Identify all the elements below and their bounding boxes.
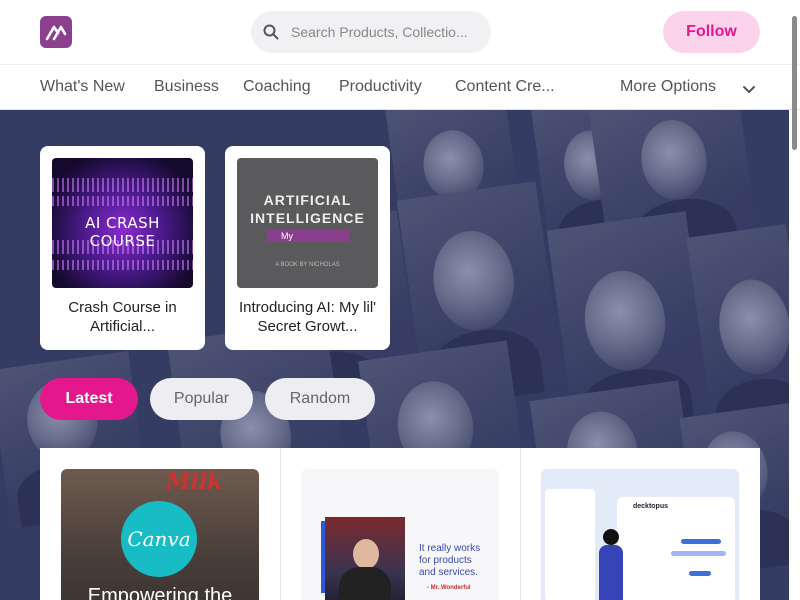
product-card[interactable]: decktopus bbox=[541, 469, 739, 600]
product-image bbox=[325, 517, 405, 600]
nav-item-coaching[interactable]: Coaching bbox=[243, 78, 311, 96]
thumbnail-byline: - Mr. Wonderful bbox=[427, 585, 471, 591]
decktopus-logo: decktopus bbox=[633, 503, 669, 510]
follow-button[interactable]: Follow bbox=[663, 11, 760, 53]
brand-logo[interactable] bbox=[40, 16, 72, 48]
thumbnail-text: Milk bbox=[166, 469, 223, 495]
canva-logo: Canva bbox=[121, 501, 197, 577]
nav-item-productivity[interactable]: Productivity bbox=[339, 78, 422, 96]
card-title: Crash Course in Artificial... bbox=[68, 299, 177, 335]
filter-random-button[interactable]: Random bbox=[265, 378, 375, 420]
category-nav: What's New Business Coaching Productivit… bbox=[0, 64, 800, 110]
nav-item-business[interactable]: Business bbox=[154, 78, 219, 96]
search-icon bbox=[263, 23, 281, 41]
search-box[interactable] bbox=[251, 11, 491, 53]
more-options-button[interactable]: More Options bbox=[620, 78, 716, 96]
nav-item-whats-new[interactable]: What's New bbox=[40, 78, 125, 96]
thumbnail-subtitle-bar: My bbox=[267, 230, 349, 242]
featured-card[interactable]: AI CRASH COURSE Crash Course in Artifici… bbox=[40, 146, 205, 350]
hero-section: AI CRASH COURSE Crash Course in Artifici… bbox=[0, 110, 789, 600]
filter-popular-button[interactable]: Popular bbox=[150, 378, 253, 420]
product-card[interactable]: Milk Canva Empowering the bbox=[61, 469, 259, 600]
thumbnail-text: It really works for products and service… bbox=[419, 543, 481, 578]
card-title: Introducing AI: My lil' Secret Growt... bbox=[238, 299, 377, 335]
thumbnail-byline: A BOOK BY NICHOLAS bbox=[275, 262, 340, 268]
card-thumbnail: ARTIFICIAL INTELLIGENCE My A BOOK BY NIC… bbox=[237, 158, 378, 288]
search-input[interactable] bbox=[291, 24, 483, 40]
header: Follow bbox=[0, 0, 800, 64]
scrollbar-thumb[interactable] bbox=[792, 16, 797, 150]
filter-latest-button[interactable]: Latest bbox=[40, 378, 138, 420]
card-thumbnail: AI CRASH COURSE bbox=[52, 158, 193, 288]
thumbnail-text: ARTIFICIAL bbox=[263, 192, 352, 208]
logo-icon bbox=[45, 25, 67, 41]
product-card[interactable]: It really works for products and service… bbox=[301, 469, 499, 600]
thumbnail-text: Empowering the bbox=[87, 585, 233, 600]
page-scrollbar[interactable] bbox=[789, 0, 800, 600]
thumbnail-text: INTELLIGENCE bbox=[250, 210, 365, 226]
product-grid: Milk Canva Empowering the It really work… bbox=[40, 448, 760, 600]
featured-card[interactable]: ARTIFICIAL INTELLIGENCE My A BOOK BY NIC… bbox=[225, 146, 390, 350]
thumbnail-text: AI CRASH COURSE bbox=[85, 214, 160, 250]
chevron-down-icon[interactable] bbox=[742, 82, 756, 100]
nav-item-content-creation[interactable]: Content Cre... bbox=[455, 78, 555, 96]
